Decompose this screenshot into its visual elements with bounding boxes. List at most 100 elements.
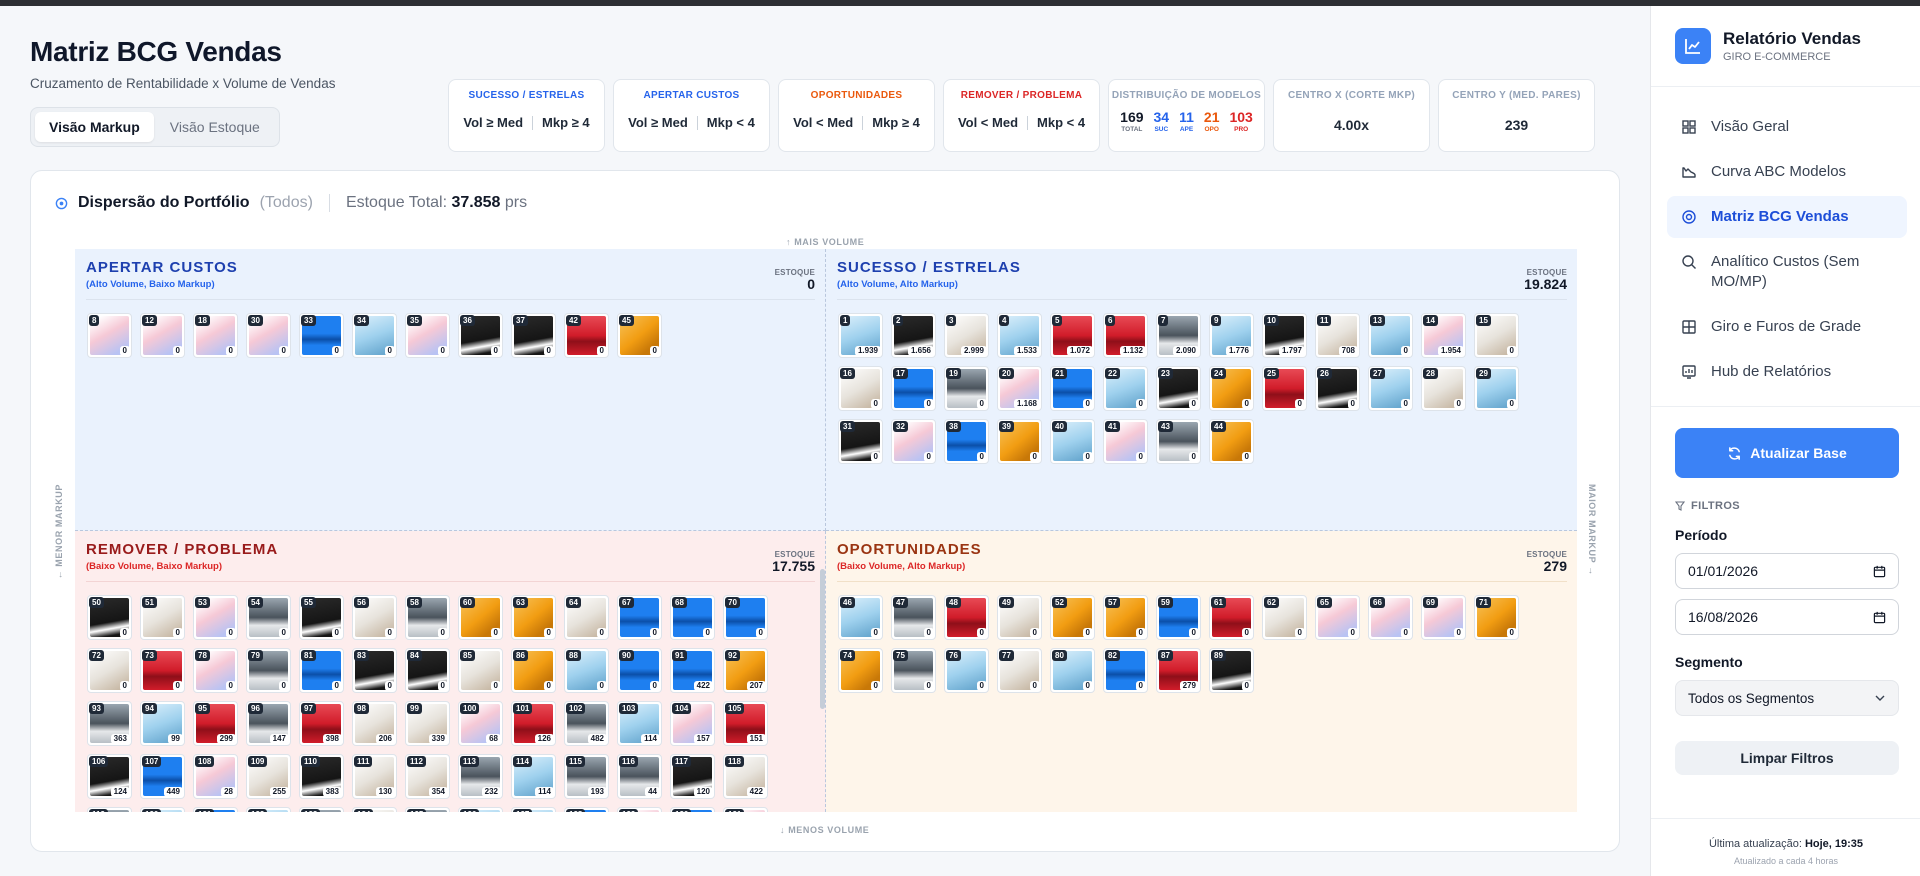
clear-filters-button[interactable]: Limpar Filtros	[1675, 741, 1899, 775]
segment-select[interactable]: Todos os Segmentos	[1675, 680, 1899, 716]
product-tile[interactable]: 58 0	[405, 595, 450, 640]
product-tile[interactable]: 10 1.797	[1262, 313, 1307, 358]
product-tile[interactable]: 55 0	[299, 595, 344, 640]
product-tile[interactable]: 118 422	[723, 754, 768, 799]
product-tile[interactable]: 30 0	[246, 313, 291, 358]
product-tile[interactable]: 65 0	[1315, 595, 1360, 640]
product-tile[interactable]: 17 0	[891, 366, 936, 411]
product-tile[interactable]: 24 0	[1209, 366, 1254, 411]
product-tile[interactable]: 15 0	[1474, 313, 1519, 358]
product-tile[interactable]: 127	[511, 807, 556, 812]
product-tile[interactable]: 16 0	[838, 366, 883, 411]
product-tile[interactable]: 39 0	[997, 419, 1042, 464]
product-tile[interactable]: 101 126	[511, 701, 556, 746]
product-tile[interactable]: 93 363	[87, 701, 132, 746]
product-tile[interactable]: 5 1.072	[1050, 313, 1095, 358]
product-tile[interactable]: 79 0	[246, 648, 291, 693]
refresh-base-button[interactable]: Atualizar Base	[1675, 428, 1899, 478]
product-tile[interactable]: 23 0	[1156, 366, 1201, 411]
product-tile[interactable]: 110 383	[299, 754, 344, 799]
product-tile[interactable]: 97 398	[299, 701, 344, 746]
product-tile[interactable]: 54 0	[246, 595, 291, 640]
product-tile[interactable]: 74 0	[838, 648, 883, 693]
product-tile[interactable]: 25 0	[1262, 366, 1307, 411]
calendar-icon[interactable]	[1873, 565, 1886, 578]
date-end-input[interactable]: 16/08/2026	[1675, 599, 1899, 635]
product-tile[interactable]: 49 0	[997, 595, 1042, 640]
tab-visao-estoque[interactable]: Visão Estoque	[156, 112, 274, 142]
product-tile[interactable]: 44 0	[1209, 419, 1254, 464]
product-tile[interactable]: 56 0	[352, 595, 397, 640]
product-tile[interactable]: 111 130	[352, 754, 397, 799]
product-tile[interactable]: 121	[193, 807, 238, 812]
product-tile[interactable]: 130	[670, 807, 715, 812]
product-tile[interactable]: 46 0	[838, 595, 883, 640]
product-tile[interactable]: 50 0	[87, 595, 132, 640]
product-tile[interactable]: 64 0	[564, 595, 609, 640]
product-tile[interactable]: 126	[458, 807, 503, 812]
product-tile[interactable]: 31 0	[838, 419, 883, 464]
product-tile[interactable]: 52 0	[1050, 595, 1095, 640]
product-tile[interactable]: 72 0	[87, 648, 132, 693]
product-tile[interactable]: 116 44	[617, 754, 662, 799]
product-tile[interactable]: 119	[87, 807, 132, 812]
product-tile[interactable]: 88 0	[564, 648, 609, 693]
sidebar-item-hub-relatorios[interactable]: Hub de Relatórios	[1667, 351, 1907, 393]
product-tile[interactable]: 43 0	[1156, 419, 1201, 464]
product-tile[interactable]: 61 0	[1209, 595, 1254, 640]
product-tile[interactable]: 106 124	[87, 754, 132, 799]
product-tile[interactable]: 36 0	[458, 313, 503, 358]
product-tile[interactable]: 67 0	[617, 595, 662, 640]
product-tile[interactable]: 104 157	[670, 701, 715, 746]
product-tile[interactable]: 70 0	[723, 595, 768, 640]
product-tile[interactable]: 66 0	[1368, 595, 1413, 640]
sidebar-item-visao-geral[interactable]: Visão Geral	[1667, 106, 1907, 148]
product-tile[interactable]: 37 0	[511, 313, 556, 358]
product-tile[interactable]: 28 0	[1421, 366, 1466, 411]
product-tile[interactable]: 113 232	[458, 754, 503, 799]
product-tile[interactable]: 29 0	[1474, 366, 1519, 411]
calendar-icon[interactable]	[1873, 611, 1886, 624]
product-tile[interactable]: 18 0	[193, 313, 238, 358]
product-tile[interactable]: 75 0	[891, 648, 936, 693]
product-tile[interactable]: 130	[1368, 313, 1413, 358]
date-start-input[interactable]: 01/01/2026	[1675, 553, 1899, 589]
product-tile[interactable]: 20 1.168	[997, 366, 1042, 411]
product-tile[interactable]: 128	[564, 807, 609, 812]
product-tile[interactable]: 7 2.090	[1156, 313, 1201, 358]
product-tile[interactable]: 100 68	[458, 701, 503, 746]
product-tile[interactable]: 114 114	[511, 754, 556, 799]
sidebar-item-giro-furos[interactable]: Giro e Furos de Grade	[1667, 306, 1907, 348]
product-tile[interactable]: 76 0	[944, 648, 989, 693]
product-tile[interactable]: 59 0	[1156, 595, 1201, 640]
product-tile[interactable]: 4 1.533	[997, 313, 1042, 358]
product-tile[interactable]: 103 114	[617, 701, 662, 746]
sidebar-item-curva-abc[interactable]: Curva ABC Modelos	[1667, 151, 1907, 193]
product-tile[interactable]: 35 0	[405, 313, 450, 358]
tab-visao-markup[interactable]: Visão Markup	[35, 112, 154, 142]
product-tile[interactable]: 108 28	[193, 754, 238, 799]
product-tile[interactable]: 91 422	[670, 648, 715, 693]
product-tile[interactable]: 89 0	[1209, 648, 1254, 693]
product-tile[interactable]: 117 120	[670, 754, 715, 799]
sidebar-item-matriz-bcg[interactable]: Matriz BCG Vendas	[1667, 196, 1907, 238]
product-tile[interactable]: 53 0	[193, 595, 238, 640]
product-tile[interactable]: 2 1.656	[891, 313, 936, 358]
product-tile[interactable]: 84 0	[405, 648, 450, 693]
product-tile[interactable]: 14 1.954	[1421, 313, 1466, 358]
product-tile[interactable]: 120	[140, 807, 185, 812]
product-tile[interactable]: 9 1.776	[1209, 313, 1254, 358]
product-tile[interactable]: 131	[723, 807, 768, 812]
product-tile[interactable]: 40 0	[1050, 419, 1095, 464]
product-tile[interactable]: 69 0	[1421, 595, 1466, 640]
product-tile[interactable]: 33 0	[299, 313, 344, 358]
product-tile[interactable]: 85 0	[458, 648, 503, 693]
product-tile[interactable]: 22 0	[1103, 366, 1148, 411]
product-tile[interactable]: 90 0	[617, 648, 662, 693]
product-tile[interactable]: 57 0	[1103, 595, 1148, 640]
product-tile[interactable]: 1 1.939	[838, 313, 883, 358]
product-tile[interactable]: 98 206	[352, 701, 397, 746]
product-tile[interactable]: 41 0	[1103, 419, 1148, 464]
product-tile[interactable]: 38 0	[944, 419, 989, 464]
product-tile[interactable]: 83 0	[352, 648, 397, 693]
